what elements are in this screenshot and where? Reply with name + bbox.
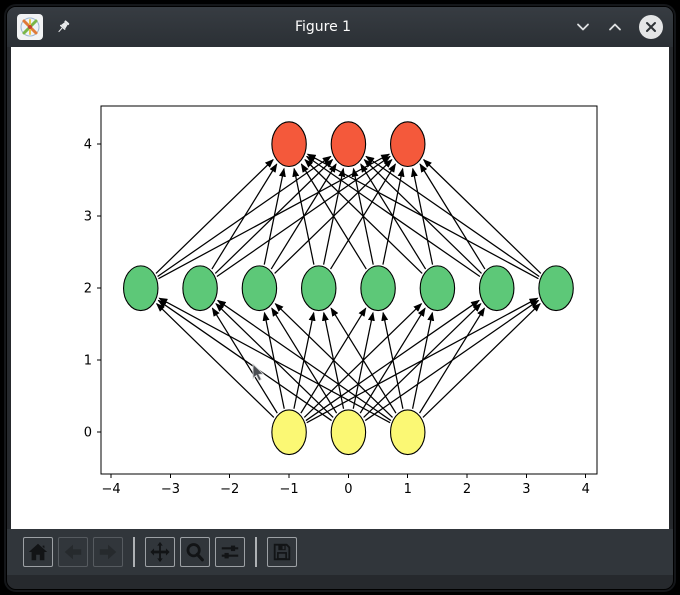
arrow-right-icon [97,541,119,563]
desktop: { "titlebar": { "title": "Figure 1", "ap… [0,0,680,595]
figure-canvas[interactable]: −4 −3 −2 −1 0 1 2 3 4 0 1 2 3 4 [11,47,669,529]
window-titlebar[interactable]: Figure 1 [7,7,673,47]
y-tick-label: 3 [84,210,92,225]
network-node-hidden-1 [183,266,217,311]
back-button[interactable] [58,537,88,567]
x-tick-label: 3 [522,482,530,497]
move-cross-icon [149,541,171,563]
matplotlib-app-icon[interactable] [17,14,43,40]
x-tick-label: −3 [161,482,180,497]
matplotlib-logo-icon [19,16,41,38]
save-button[interactable] [267,537,297,567]
configure-button[interactable] [215,537,245,567]
toolbar-separator [133,537,135,567]
window-controls [575,15,663,39]
y-tick-label: 0 [84,426,92,441]
zoom-button[interactable] [180,537,210,567]
x-tick-label: 0 [344,482,352,497]
toolbar-separator [255,537,257,567]
close-x-icon [645,21,657,33]
matplotlib-toolbar [7,529,673,575]
chevron-up-icon [607,19,623,35]
x-tick-label: −1 [279,482,298,497]
network-node-output-2 [391,122,425,167]
network-node-hidden-4 [361,266,395,311]
network-node-input-1 [331,410,365,455]
network-node-hidden-7 [539,266,573,311]
arrow-left-icon [62,541,84,563]
close-button[interactable] [639,15,663,39]
window-title: Figure 1 [71,19,575,35]
forward-button[interactable] [93,537,123,567]
network-node-input-0 [272,410,306,455]
network-node-output-1 [331,122,365,167]
magnifier-icon [184,541,206,563]
home-button[interactable] [23,537,53,567]
network-node-hidden-2 [242,266,276,311]
x-tick-label: 1 [404,482,412,497]
x-tick-label: −4 [102,482,121,497]
y-tick-label: 2 [84,282,92,297]
y-tick-label: 4 [84,138,92,153]
minimize-button[interactable] [575,19,591,35]
network-node-hidden-5 [420,266,454,311]
x-tick-label: −2 [220,482,239,497]
network-node-input-2 [391,410,425,455]
chevron-down-icon [575,19,591,35]
home-icon [27,541,49,563]
floppy-disk-icon [271,541,293,563]
network-node-hidden-3 [302,266,336,311]
network-node-output-0 [272,122,306,167]
figure-area: −4 −3 −2 −1 0 1 2 3 4 0 1 2 3 4 [11,47,669,529]
y-tick-label: 1 [84,354,92,369]
figure-window: Figure 1 −4 −3 −2 −1 0 1 2 3 4 0 1 2 3 4 [6,6,674,590]
sliders-icon [219,541,241,563]
pan-button[interactable] [145,537,175,567]
network-node-hidden-6 [480,266,514,311]
pin-icon[interactable] [55,19,71,35]
maximize-button[interactable] [607,19,623,35]
x-tick-label: 2 [463,482,471,497]
network-node-hidden-0 [124,266,158,311]
x-tick-label: 4 [582,482,590,497]
